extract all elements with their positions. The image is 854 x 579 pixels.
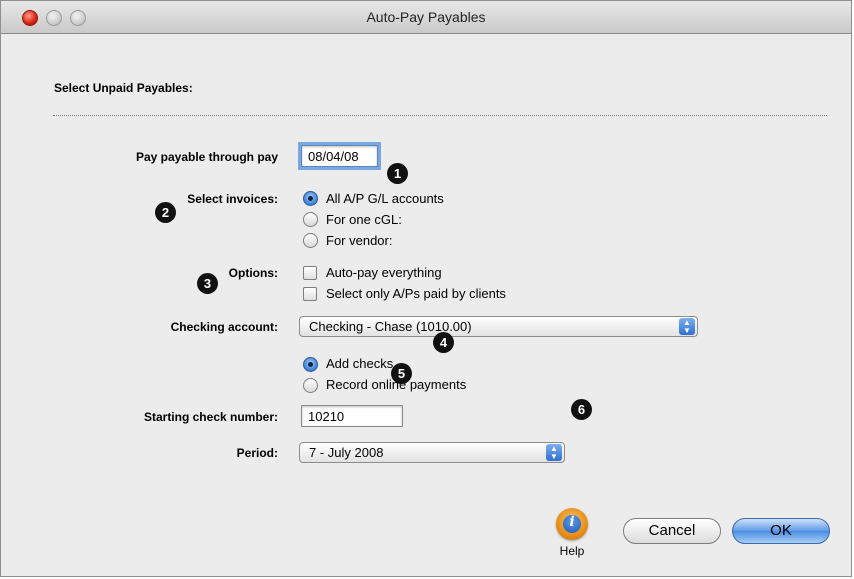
starting-check-label: Starting check number: [143, 410, 278, 424]
starting-check-field[interactable]: 10210 [301, 405, 403, 427]
callout-4: 4 [433, 332, 454, 353]
checking-account-popup[interactable]: Checking - Chase (1010.00) ▲ ▼ [299, 316, 698, 337]
options-label: Options: [228, 266, 278, 280]
checking-account-label: Checking account: [170, 320, 278, 334]
help-icon[interactable]: i [556, 508, 588, 540]
section-heading: Select Unpaid Payables: [54, 81, 193, 95]
updown-arrows-icon: ▲ ▼ [546, 444, 562, 461]
pay-through-date-field[interactable]: 08/04/08 [301, 145, 378, 167]
radio-one-cgl[interactable] [303, 212, 318, 227]
radio-vendor-label: For vendor: [326, 233, 393, 248]
checkbox-auto-pay-everything[interactable] [303, 266, 317, 280]
period-label: Period: [236, 446, 278, 460]
pay-through-label: Pay payable through pay [135, 150, 278, 164]
updown-arrows-icon: ▲ ▼ [679, 318, 695, 335]
radio-add-checks-label: Add checks [326, 356, 394, 371]
radio-all-ap-gl[interactable] [303, 191, 318, 206]
callout-6: 6 [571, 399, 592, 420]
radio-record-online[interactable] [303, 378, 318, 393]
help-label: Help [559, 544, 585, 558]
section-divider [53, 115, 827, 116]
window-title: Auto-Pay Payables [366, 9, 486, 25]
period-popup[interactable]: 7 - July 2008 ▲ ▼ [299, 442, 565, 463]
info-icon: i [569, 514, 575, 530]
radio-vendor[interactable] [303, 233, 318, 248]
checkbox-paid-by-clients[interactable] [303, 287, 317, 301]
title-bar: Auto-Pay Payables [1, 1, 851, 34]
callout-2: 2 [155, 202, 176, 223]
callout-5: 5 [391, 363, 412, 384]
radio-all-ap-gl-label: All A/P G/L accounts [326, 191, 444, 206]
radio-one-cgl-label: For one cGL: [326, 212, 402, 227]
callout-3: 3 [197, 273, 218, 294]
checkbox-paid-by-clients-label: Select only A/Ps paid by clients [326, 286, 506, 301]
auto-pay-payables-window: Auto-Pay Payables Select Unpaid Payables… [0, 0, 852, 577]
period-value: 7 - July 2008 [309, 445, 384, 460]
callout-1: 1 [387, 163, 408, 184]
ok-button[interactable]: OK [732, 518, 830, 544]
checkbox-auto-pay-everything-label: Auto-pay everything [326, 265, 442, 280]
radio-add-checks[interactable] [303, 357, 318, 372]
cancel-button[interactable]: Cancel [623, 518, 721, 544]
